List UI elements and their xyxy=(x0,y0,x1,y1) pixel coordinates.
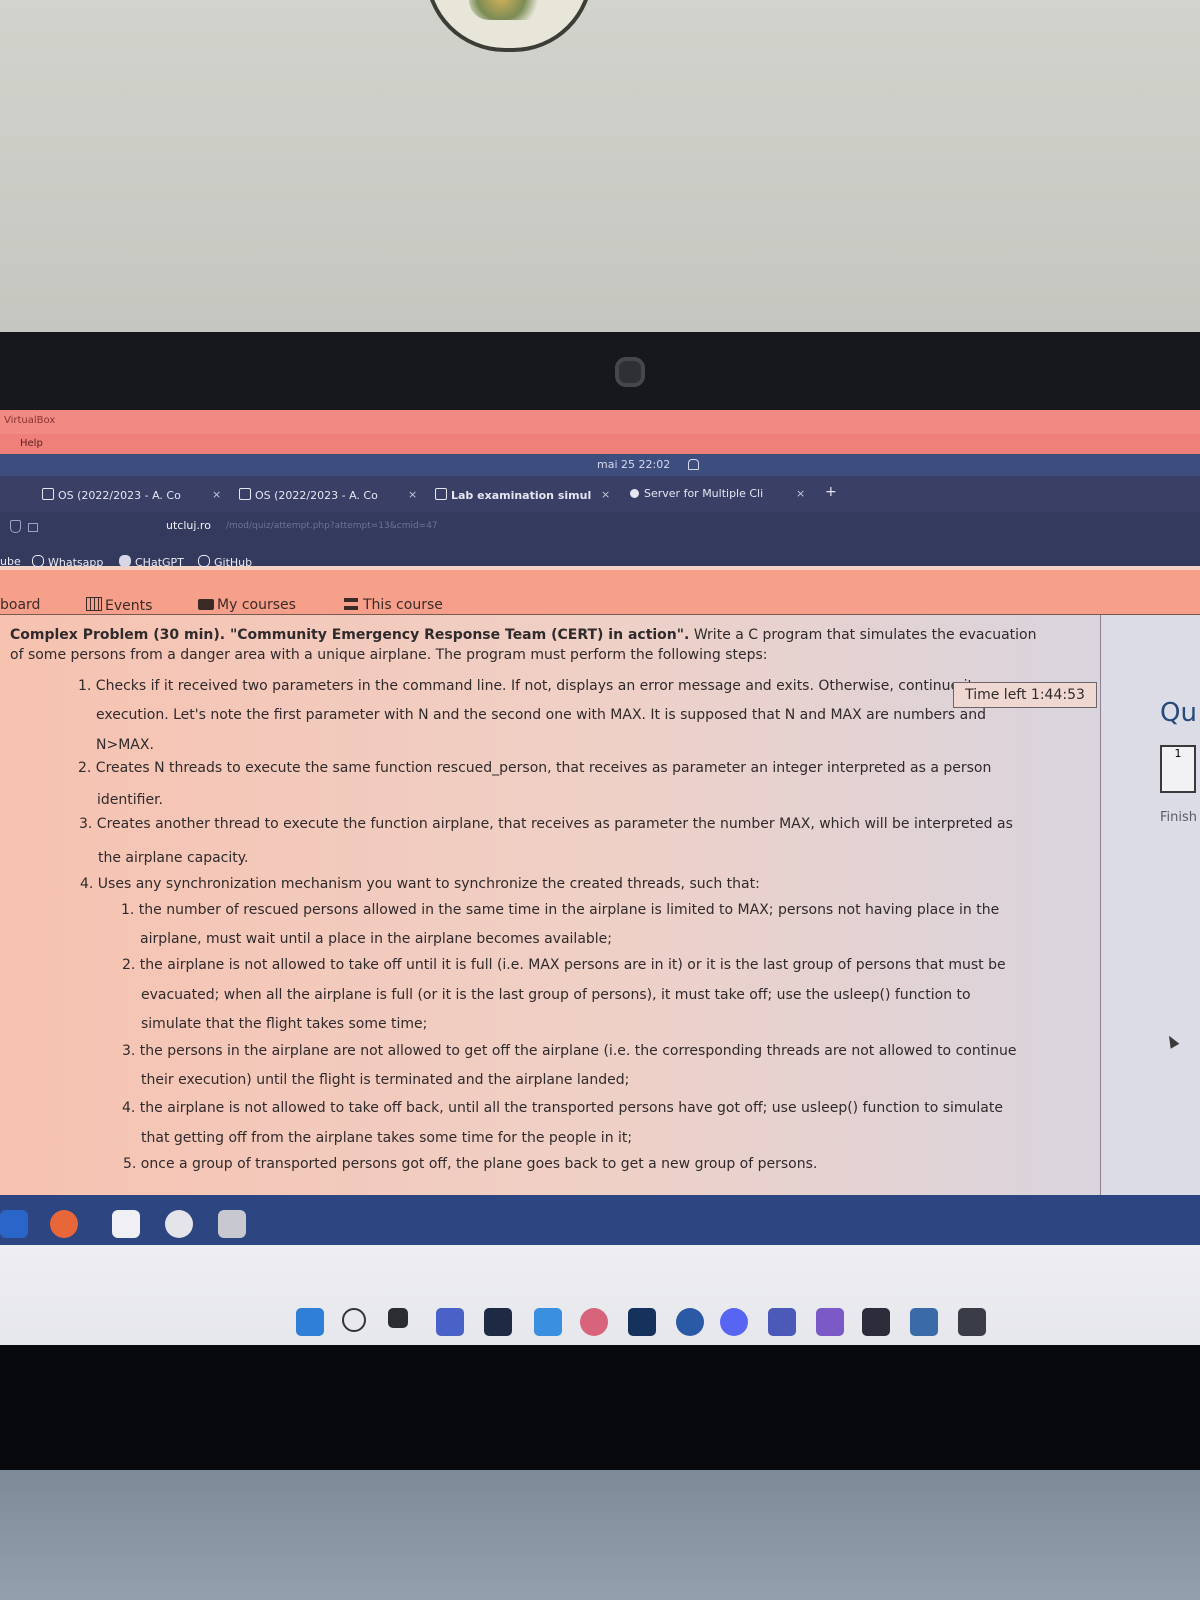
nav-this-course[interactable]: This course xyxy=(344,597,443,613)
problem-statement: Complex Problem (30 min). "Community Eme… xyxy=(10,625,1050,665)
notification-bell-icon xyxy=(688,459,699,470)
step-1-line-3: N>MAX. xyxy=(96,737,154,753)
trash-icon[interactable] xyxy=(218,1210,246,1238)
vscode-icon[interactable] xyxy=(0,1210,28,1238)
moodle-tab-icon xyxy=(239,488,251,500)
substep-2-line-3: simulate that the flight takes some time… xyxy=(141,1016,428,1032)
tab-os-course-1[interactable]: OS (2022/2023 - A. Co xyxy=(42,488,181,502)
tab-close-icon[interactable]: × xyxy=(796,487,805,500)
substep-1-line-2: airplane, must wait until a place in the… xyxy=(140,931,613,947)
url-path[interactable]: /mod/quiz/attempt.php?attempt=13&cmid=47 xyxy=(226,521,438,531)
bookmark-chatgpt[interactable]: CHatGPT xyxy=(119,555,184,569)
laptop-bezel-bottom xyxy=(0,1345,1200,1470)
new-tab-button[interactable]: + xyxy=(825,484,837,500)
substep-3-line-1: 3. the persons in the airplane are not a… xyxy=(122,1043,1017,1059)
virtualbox-icon[interactable] xyxy=(676,1308,704,1336)
teams-icon[interactable] xyxy=(768,1308,796,1336)
problem-title: Complex Problem (30 min). "Community Eme… xyxy=(10,627,690,643)
webcam-icon xyxy=(615,357,645,387)
laptop-bezel-top xyxy=(0,332,1200,412)
file-explorer-icon[interactable] xyxy=(534,1308,562,1336)
wall-background xyxy=(0,0,1200,335)
virtualbox-titlebar xyxy=(0,410,1200,434)
windows-start-icon[interactable] xyxy=(296,1308,324,1336)
firefox-host-icon[interactable] xyxy=(580,1308,608,1336)
substep-4-line-1: 4. the airplane is not allowed to take o… xyxy=(122,1100,1003,1116)
package-icon[interactable] xyxy=(910,1308,938,1336)
quiz-navigation-heading: Qu xyxy=(1160,698,1197,728)
step-3-line-2: the airplane capacity. xyxy=(98,850,249,866)
menu-help[interactable]: Help xyxy=(20,438,43,449)
quiz-timer: Time left 1:44:53 xyxy=(953,682,1097,708)
substep-2-line-2: evacuated; when all the airplane is full… xyxy=(141,987,971,1003)
discord-icon[interactable] xyxy=(720,1308,748,1336)
text-editor-icon[interactable] xyxy=(112,1210,140,1238)
terminal-icon[interactable] xyxy=(628,1308,656,1336)
step-3-line-1: 3. Creates another thread to execute the… xyxy=(79,816,1013,832)
nav-events[interactable]: Events xyxy=(86,597,152,614)
whatsapp-icon xyxy=(32,555,44,567)
step-2-line-2: identifier. xyxy=(97,792,163,808)
plate-pattern xyxy=(469,0,549,20)
snipping-tool-icon[interactable] xyxy=(958,1308,986,1336)
finish-attempt-link[interactable]: Finish xyxy=(1160,810,1197,825)
moodle-tab-icon xyxy=(435,488,447,500)
step-4-line-1: 4. Uses any synchronization mechanism yo… xyxy=(80,876,760,892)
question-1-button[interactable]: 1 xyxy=(1160,745,1196,793)
moodle-tab-icon xyxy=(42,488,54,500)
tab-close-icon[interactable]: × xyxy=(408,488,417,501)
step-1-line-1: 1. Checks if it received two parameters … xyxy=(78,678,981,694)
tradingview-icon[interactable] xyxy=(484,1308,512,1336)
firefox-icon[interactable] xyxy=(50,1210,78,1238)
sitemap-icon xyxy=(344,598,358,610)
nav-my-courses[interactable]: My courses xyxy=(198,597,296,613)
moodle-navbar xyxy=(0,570,1200,615)
system-clock[interactable]: mai 25 22:02 xyxy=(597,458,670,471)
virtualbox-title: VirtualBox xyxy=(4,415,56,426)
github-icon xyxy=(198,555,210,567)
nav-dashboard[interactable]: board xyxy=(0,597,40,613)
substep-5-line-1: 5. once a group of transported persons g… xyxy=(123,1156,818,1172)
step-1-line-2: execution. Let's note the first paramete… xyxy=(96,707,986,723)
tab-server-multiple-clients[interactable]: Server for Multiple Cli xyxy=(630,487,763,500)
disc-icon[interactable] xyxy=(165,1210,193,1238)
bookmark-whatsapp[interactable]: Whatsapp xyxy=(32,555,103,569)
chatgpt-icon xyxy=(119,555,131,567)
url-domain[interactable]: utcluj.ro xyxy=(166,519,211,532)
datagrip-icon[interactable] xyxy=(862,1308,890,1336)
tab-close-icon[interactable]: × xyxy=(601,488,610,501)
tab-lab-examination[interactable]: Lab examination simul xyxy=(435,488,591,502)
laptop-screen: VirtualBox Help mai 25 22:02 OS (2022/20… xyxy=(0,410,1200,1345)
substep-3-line-2: their execution) until the flight is ter… xyxy=(141,1072,630,1088)
shield-icon[interactable] xyxy=(10,520,21,533)
chat-icon[interactable] xyxy=(436,1308,464,1336)
briefcase-icon xyxy=(198,599,214,610)
github-tab-icon xyxy=(630,489,639,498)
virtualbox-menubar xyxy=(0,434,1200,454)
substep-1-line-1: 1. the number of rescued persons allowed… xyxy=(121,902,1000,918)
bookmark-youtube[interactable]: ube xyxy=(0,555,21,568)
task-view-icon[interactable] xyxy=(388,1308,408,1328)
substep-4-line-2: that getting off from the airplane takes… xyxy=(141,1130,633,1146)
calendar-icon xyxy=(86,597,102,611)
visual-studio-icon[interactable] xyxy=(816,1308,844,1336)
lock-icon[interactable] xyxy=(28,523,38,532)
substep-2-line-1: 2. the airplane is not allowed to take o… xyxy=(122,957,1006,973)
bookmark-github[interactable]: GitHub xyxy=(198,555,252,569)
step-2-line-1: 2. Creates N threads to execute the same… xyxy=(78,760,992,776)
desk-surface xyxy=(0,1470,1200,1600)
search-icon[interactable] xyxy=(342,1308,366,1332)
tab-os-course-2[interactable]: OS (2022/2023 - A. Co xyxy=(239,488,378,502)
tab-close-icon[interactable]: × xyxy=(212,488,221,501)
